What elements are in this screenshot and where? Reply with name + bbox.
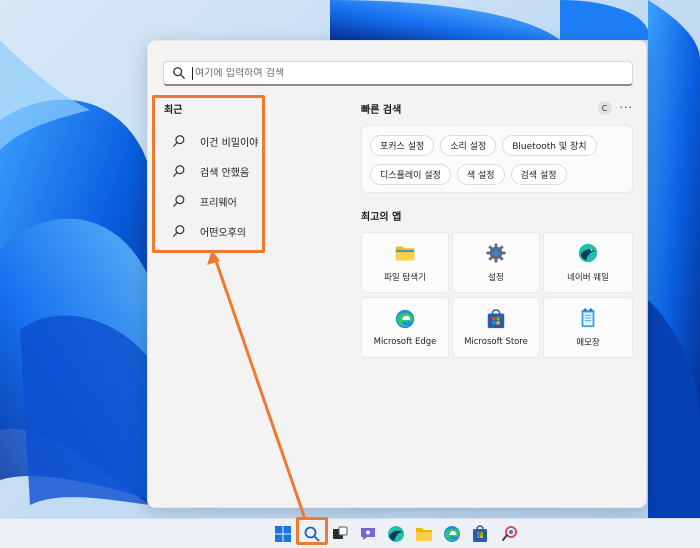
edge-icon[interactable] — [442, 524, 462, 544]
annotation-arrow — [207, 250, 306, 518]
snipping-tool-icon[interactable] — [500, 524, 520, 544]
task-view-icon[interactable] — [330, 524, 350, 544]
store-icon[interactable] — [470, 524, 490, 544]
file-explorer-icon[interactable] — [414, 524, 434, 544]
windows-start-icon[interactable] — [273, 524, 293, 544]
search-highlight-box — [296, 517, 328, 545]
chat-icon[interactable] — [358, 524, 378, 544]
taskbar — [0, 518, 700, 548]
whale-browser-icon[interactable] — [386, 524, 406, 544]
